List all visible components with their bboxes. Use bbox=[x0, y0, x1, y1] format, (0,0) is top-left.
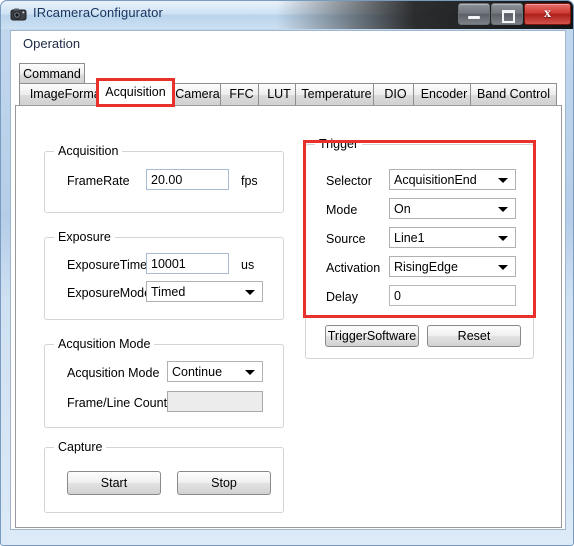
trigger-source-value: Line1 bbox=[394, 231, 425, 245]
tab-temperature[interactable]: Temperature bbox=[295, 83, 378, 106]
tab-dio[interactable]: DIO bbox=[373, 83, 418, 106]
frame-line-count-label: Frame/Line Count bbox=[67, 396, 168, 410]
stop-button[interactable]: Stop bbox=[177, 471, 271, 495]
chevron-down-icon bbox=[498, 235, 508, 241]
tab-ffc[interactable]: FFC bbox=[220, 83, 263, 106]
trigger-reset-button[interactable]: Reset bbox=[427, 325, 521, 347]
maximize-button[interactable] bbox=[491, 3, 523, 25]
camera-icon bbox=[10, 8, 27, 21]
exposure-group: Exposure ExposureTime 10001 us ExposureM… bbox=[44, 230, 284, 320]
trigger-selector-label: Selector bbox=[326, 174, 372, 188]
framerate-label: FrameRate bbox=[67, 174, 130, 188]
acquisition-tab-panel: Acquisition FrameRate 20.00 fps Exposure… bbox=[15, 105, 562, 528]
chevron-down-icon bbox=[498, 264, 508, 270]
capture-group-title: Capture bbox=[54, 440, 107, 454]
exposure-time-label: ExposureTime bbox=[67, 258, 148, 272]
acquisition-group-title: Acquisition bbox=[54, 144, 123, 158]
exposure-mode-label: ExposureMode bbox=[67, 286, 152, 300]
trigger-activation-select[interactable]: RisingEdge bbox=[389, 256, 516, 277]
trigger-software-button[interactable]: TriggerSoftware bbox=[325, 325, 419, 347]
exposure-mode-value: Timed bbox=[151, 285, 186, 299]
start-button[interactable]: Start bbox=[67, 471, 161, 495]
window-title: IRcameraConfigurator bbox=[33, 5, 163, 20]
trigger-group: Trigger Selector AcquisitionEnd Mode On … bbox=[305, 137, 534, 359]
acquisition-group: Acquisition FrameRate 20.00 fps bbox=[44, 144, 284, 213]
frame-line-count-input[interactable] bbox=[167, 391, 263, 412]
close-button[interactable]: x bbox=[524, 3, 571, 25]
acquisition-mode-value: Continue bbox=[172, 365, 223, 379]
trigger-group-title: Trigger bbox=[315, 137, 363, 151]
exposure-time-unit-label: us bbox=[241, 258, 255, 272]
menu-item-operation[interactable]: Operation bbox=[23, 36, 80, 51]
trigger-activation-label: Activation bbox=[326, 261, 381, 275]
tab-camera[interactable]: Camera bbox=[170, 83, 225, 106]
menu-bar: Operation bbox=[11, 31, 565, 57]
trigger-mode-select[interactable]: On bbox=[389, 198, 516, 219]
minimize-button[interactable] bbox=[458, 3, 490, 25]
tab-bandcontrol[interactable]: Band Control bbox=[470, 83, 557, 106]
trigger-activation-value: RisingEdge bbox=[394, 260, 458, 274]
exposure-group-title: Exposure bbox=[54, 230, 115, 244]
trigger-delay-input[interactable]: 0 bbox=[389, 285, 516, 306]
framerate-input[interactable]: 20.00 bbox=[146, 169, 229, 190]
trigger-delay-label: Delay bbox=[326, 290, 358, 304]
chevron-down-icon bbox=[498, 177, 508, 183]
trigger-source-select[interactable]: Line1 bbox=[389, 227, 516, 248]
trigger-mode-value: On bbox=[394, 202, 411, 216]
chevron-down-icon bbox=[498, 206, 508, 212]
window-controls: x bbox=[458, 3, 571, 25]
title-bar: IRcameraConfigurator x bbox=[1, 1, 573, 29]
chevron-down-icon bbox=[245, 289, 255, 295]
trigger-selector-select[interactable]: AcquisitionEnd bbox=[389, 169, 516, 190]
framerate-unit-label: fps bbox=[241, 174, 258, 188]
tab-encoder[interactable]: Encoder bbox=[413, 83, 475, 106]
chevron-down-icon bbox=[245, 369, 255, 375]
tab-acquisition[interactable]: Acquisition bbox=[96, 78, 175, 106]
tab-strip: Command ImageFormat Acquisition Camera F… bbox=[11, 57, 565, 107]
tab-command[interactable]: Command bbox=[19, 63, 85, 85]
acquisition-mode-select[interactable]: Continue bbox=[167, 361, 263, 382]
trigger-selector-value: AcquisitionEnd bbox=[394, 173, 477, 187]
capture-group: Capture Start Stop bbox=[44, 440, 284, 513]
acquisition-mode-group-title: Acqusition Mode bbox=[54, 337, 155, 351]
application-window: IRcameraConfigurator x Operation Command… bbox=[0, 0, 574, 546]
trigger-mode-label: Mode bbox=[326, 203, 358, 217]
client-area: Operation Command ImageFormat Acquisitio… bbox=[10, 30, 566, 530]
exposure-mode-select[interactable]: Timed bbox=[146, 281, 263, 302]
acquisition-mode-group: Acqusition Mode Acqusition Mode Continue… bbox=[44, 337, 284, 428]
trigger-source-label: Source bbox=[326, 232, 366, 246]
acquisition-mode-label: Acqusition Mode bbox=[67, 366, 160, 380]
tab-lut[interactable]: LUT bbox=[258, 83, 300, 106]
close-icon: x bbox=[544, 6, 551, 21]
exposure-time-input[interactable]: 10001 bbox=[146, 253, 229, 274]
